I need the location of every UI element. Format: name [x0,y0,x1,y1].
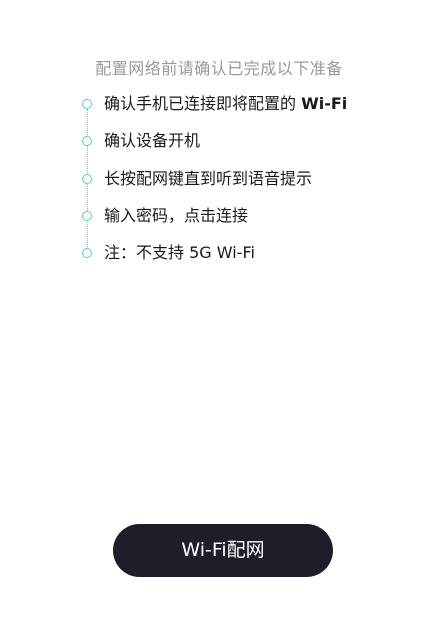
step-item-5: 注：不支持 5G Wi-Fi [80,241,420,265]
step-dot-icon [82,248,92,258]
step-dot-icon [82,174,92,184]
instruction-header: 配置网络前请确认已完成以下准备 [95,59,343,78]
step-dot-icon [82,136,92,146]
step-item-3: 长按配网键直到听到语音提示 [80,167,420,191]
step-dot-icon [82,211,92,221]
step-dot-icon [82,99,92,109]
step-item-2: 确认设备开机 [80,129,420,153]
step-label: 注：不支持 5G Wi-Fi [104,243,255,262]
step-label: 确认设备开机 [104,131,201,150]
step-label: 确认手机已连接即将配置的 Wi-Fi [104,94,348,113]
step-item-4: 输入密码，点击连接 [80,204,420,228]
step-label: 长按配网键直到听到语音提示 [104,169,313,188]
step-label: 输入密码，点击连接 [104,206,249,225]
step-item-1: 确认手机已连接即将配置的 Wi-Fi [80,92,420,116]
preparation-steps: 确认手机已连接即将配置的 Wi-Fi 确认设备开机 长按配网键直到听到语音提示 … [80,88,420,268]
wifi-config-button[interactable]: Wi-Fi配网 [113,524,333,577]
